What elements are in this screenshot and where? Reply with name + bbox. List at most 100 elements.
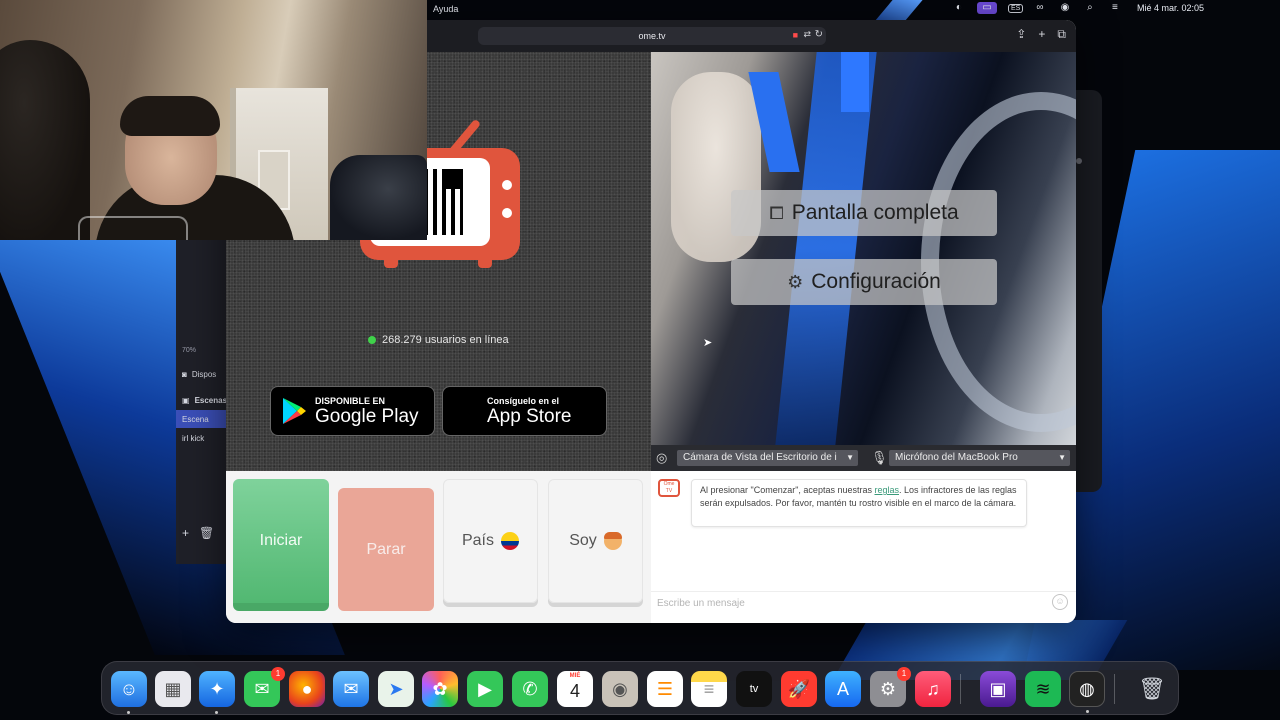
video-content xyxy=(841,52,869,112)
obs-source-device[interactable]: ◙ Dispos xyxy=(176,365,228,383)
system-message: Al presionar "Comenzar", aceptas nuestra… xyxy=(691,479,1027,527)
photos-icon[interactable]: ✿ xyxy=(422,671,458,707)
chevron-down-icon: ▼ xyxy=(846,453,854,462)
obs-scene-item[interactable]: irl kick xyxy=(176,429,228,447)
device-selector-bar: ◎ Cámara de Vista del Escritorio de i ▼ … xyxy=(651,445,1076,471)
country-button[interactable]: País xyxy=(443,479,538,603)
notes-icon[interactable]: ≡ xyxy=(691,671,727,707)
address-bar[interactable]: ome.tv ■ ⇄ ↻ xyxy=(478,27,826,45)
ometv-chat-logo: Ome TV xyxy=(658,479,680,497)
person-emoji-icon xyxy=(603,532,622,550)
background-window-dot xyxy=(1076,158,1082,164)
fullscreen-button[interactable]: ⧠ Pantalla completa xyxy=(731,190,997,236)
share-icon[interactable]: ⇪ xyxy=(1016,27,1026,42)
running-indicator xyxy=(1086,710,1089,713)
trash-icon[interactable]: 🗑 xyxy=(199,526,214,540)
camera-icon: ◙ xyxy=(182,369,187,379)
obs-scene-item[interactable]: Escena xyxy=(176,410,228,428)
colombia-flag-icon xyxy=(501,532,519,550)
audio-icon[interactable]: ◉ xyxy=(1058,2,1072,14)
dock-separator xyxy=(960,674,961,704)
settings-label: Configuración xyxy=(811,270,941,293)
messages-badge: 1 xyxy=(271,667,285,681)
gender-button-label: Soy xyxy=(569,532,597,549)
control-center-icon[interactable]: ◐ xyxy=(952,2,966,14)
tv-knob xyxy=(502,208,512,218)
obs-source-label: Dispos xyxy=(191,369,217,379)
message-input[interactable] xyxy=(657,595,1037,611)
firefox-icon[interactable]: ● xyxy=(289,671,325,707)
app-store-button[interactable]: Consíguelo en el App Store xyxy=(442,386,607,436)
rocket-app-icon[interactable]: 🚀 xyxy=(781,671,817,707)
webcam-object xyxy=(78,216,188,240)
online-users-status: 268.279 usuarios en línea xyxy=(368,334,509,346)
messages-icon[interactable]: ✉ 1 xyxy=(244,667,285,707)
dock-separator xyxy=(1114,674,1115,704)
spotify-icon[interactable]: ≋ xyxy=(1025,671,1061,707)
menu-help[interactable]: Ayuda xyxy=(433,4,458,14)
phone-icon[interactable]: ✆ xyxy=(512,671,548,707)
menubar-datetime[interactable]: Mié 4 mar. 02:05 xyxy=(1137,3,1204,13)
obs-scenes-title: Escenas xyxy=(194,395,228,405)
country-button-label: País xyxy=(461,532,494,549)
input-source-icon[interactable]: ES xyxy=(1007,2,1024,14)
facetime-icon[interactable]: ▶ xyxy=(467,671,503,707)
fullscreen-icon: ⧠ xyxy=(769,202,784,223)
webcam-person xyxy=(0,40,90,240)
obs-scenes-header: ▣ Escenas xyxy=(176,391,228,409)
system-settings-icon[interactable]: ⚙ 1 xyxy=(870,667,911,707)
running-indicator xyxy=(215,711,218,714)
spotlight-search-icon[interactable]: ⌕ xyxy=(1083,2,1097,14)
safari-icon[interactable]: ✦ xyxy=(199,671,235,714)
obs-scene-label: Escena xyxy=(182,414,209,424)
rules-link[interactable]: reglas xyxy=(874,485,899,495)
contacts-icon[interactable]: ◉ xyxy=(602,671,638,707)
add-icon[interactable]: + xyxy=(182,526,189,540)
link-icon[interactable]: ∞ xyxy=(1033,2,1047,14)
microphone-select[interactable]: Micrófono del MacBook Pro ▼ xyxy=(889,450,1070,466)
microphone-select-value: Micrófono del MacBook Pro xyxy=(895,452,1018,463)
obs-panel: 70% ◙ Dispos ▣ Escenas Escena irl kick +… xyxy=(176,240,228,564)
gender-button[interactable]: Soy xyxy=(548,479,643,603)
finder-icon[interactable]: ☺ xyxy=(111,671,147,714)
apple-tv-icon[interactable]: tv xyxy=(736,671,772,707)
tv-leg xyxy=(384,256,398,268)
mail-icon[interactable]: ✉ xyxy=(333,671,369,707)
system-message-text: Al presionar "Comenzar", aceptas nuestra… xyxy=(700,485,875,495)
settings-button[interactable]: ⚙ Configuración xyxy=(731,259,997,305)
launchpad-icon[interactable]: ▦ xyxy=(155,671,191,707)
stop-button[interactable]: Parar xyxy=(338,488,434,611)
trash-icon[interactable]: 🗑 xyxy=(1134,671,1170,707)
emoji-icon[interactable]: ☺ xyxy=(1052,594,1068,610)
tv-leg xyxy=(478,256,492,268)
reminders-icon[interactable]: ☰ xyxy=(647,671,683,707)
translate-icon[interactable]: ⇄ xyxy=(803,29,811,40)
video-editor-icon[interactable]: ▣ xyxy=(980,671,1016,707)
calendar-icon[interactable]: MIÉ 4 xyxy=(557,671,593,707)
google-play-button[interactable]: DISPONIBLE EN Google Play xyxy=(270,386,435,436)
address-bar-url: ome.tv xyxy=(638,31,666,41)
online-users-count: 268.279 usuarios en línea xyxy=(382,334,509,346)
reload-icon[interactable]: ↻ xyxy=(815,29,823,40)
camera-select[interactable]: Cámara de Vista del Escritorio de i ▼ xyxy=(677,450,858,466)
new-tab-icon[interactable]: + xyxy=(1038,27,1045,42)
maps-icon[interactable]: ➤ xyxy=(378,671,414,707)
chat-controls: Iniciar Parar País Soy xyxy=(226,471,651,623)
start-button[interactable]: Iniciar xyxy=(233,479,329,611)
scenes-icon: ▣ xyxy=(182,395,190,405)
mouse-cursor-icon: ➤ xyxy=(703,337,713,349)
control-center-toggle-icon[interactable]: ≡ xyxy=(1108,2,1122,14)
camera-in-use-icon[interactable]: ■ xyxy=(793,30,798,40)
app-store-icon[interactable]: A xyxy=(825,671,861,707)
apple-tv-label: tv xyxy=(749,683,759,695)
obs-icon[interactable]: ◍ xyxy=(1069,671,1105,713)
own-camera-video: ⧠ Pantalla completa ⚙ Configuración ➤ xyxy=(651,52,1076,445)
calendar-month: MIÉ xyxy=(569,673,581,679)
music-icon[interactable]: ♫ xyxy=(915,671,951,707)
microphone-icon: 🎙 xyxy=(871,450,888,465)
calendar-day: 4 xyxy=(569,681,580,701)
screen-recording-icon[interactable]: ▭ xyxy=(976,2,997,14)
chat-panel: Ome TV Al presionar "Comenzar", aceptas … xyxy=(651,471,1076,623)
tabs-icon[interactable]: ⧉ xyxy=(1057,27,1066,42)
obs-scene-label: irl kick xyxy=(182,433,205,443)
